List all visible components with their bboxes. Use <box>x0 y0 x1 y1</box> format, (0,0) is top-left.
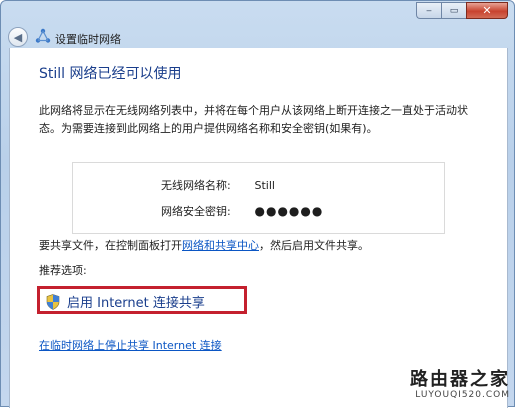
network-name-label: 无线网络名称: <box>161 179 231 192</box>
window-title: 设置临时网络 <box>55 33 121 46</box>
network-key-label: 网络安全密钥: <box>161 205 231 218</box>
enable-ics-label: 启用 Internet 连接共享 <box>67 296 205 311</box>
network-name-value: Still <box>254 179 275 192</box>
back-button[interactable]: ◀ <box>8 27 28 47</box>
page-title: Still 网络已经可以使用 <box>39 66 182 82</box>
share-note-suffix: ，然后启用文件共享。 <box>259 239 369 252</box>
network-sharing-center-link[interactable]: 网络和共享中心 <box>182 239 259 252</box>
network-key-row: 网络安全密钥: ●●●●●● <box>161 203 323 219</box>
minimize-button[interactable]: ‒ <box>416 2 441 19</box>
watermark-cn: 路由器之家 <box>410 369 510 390</box>
share-note-prefix: 要共享文件，在控制面板打开 <box>39 239 182 252</box>
maximize-button[interactable]: ▭ <box>441 2 466 19</box>
network-icon <box>35 28 51 43</box>
watermark: 路由器之家 LUYOUQI520.COM <box>410 369 510 401</box>
title-bar: ‒ ▭ ✕ ◀ 设置临时网络 <box>1 1 514 47</box>
uac-shield-icon <box>46 293 60 310</box>
watermark-en: LUYOUQI520.COM <box>415 390 510 400</box>
close-button[interactable]: ✕ <box>466 2 508 19</box>
dialog-content: Still 网络已经可以使用 此网络将显示在无线网络列表中，并将在每个用户从该网… <box>9 48 508 408</box>
network-key-value: ●●●●●● <box>254 204 324 218</box>
file-sharing-note: 要共享文件，在控制面板打开网络和共享中心，然后启用文件共享。 <box>39 237 369 253</box>
network-info-box: 无线网络名称: Still 网络安全密钥: ●●●●●● <box>72 162 445 234</box>
recommended-options-label: 推荐选项: <box>39 264 87 277</box>
window-controls: ‒ ▭ ✕ <box>416 2 508 19</box>
description-text: 此网络将显示在无线网络列表中，并将在每个用户从该网络上断开连接之一直处于活动状态… <box>39 104 468 135</box>
network-name-row: 无线网络名称: Still <box>161 177 275 193</box>
ics-highlight-box: 启用 Internet 连接共享 <box>37 286 247 314</box>
window-frame: ‒ ▭ ✕ ◀ 设置临时网络 Still 网络已经可以使用 此网络将显示在无线网… <box>0 0 515 408</box>
enable-ics-option[interactable]: 启用 Internet 连接共享 <box>46 292 205 311</box>
stop-sharing-link[interactable]: 在临时网络上停止共享 Internet 连接 <box>39 337 222 353</box>
back-arrow-icon: ◀ <box>13 30 23 44</box>
